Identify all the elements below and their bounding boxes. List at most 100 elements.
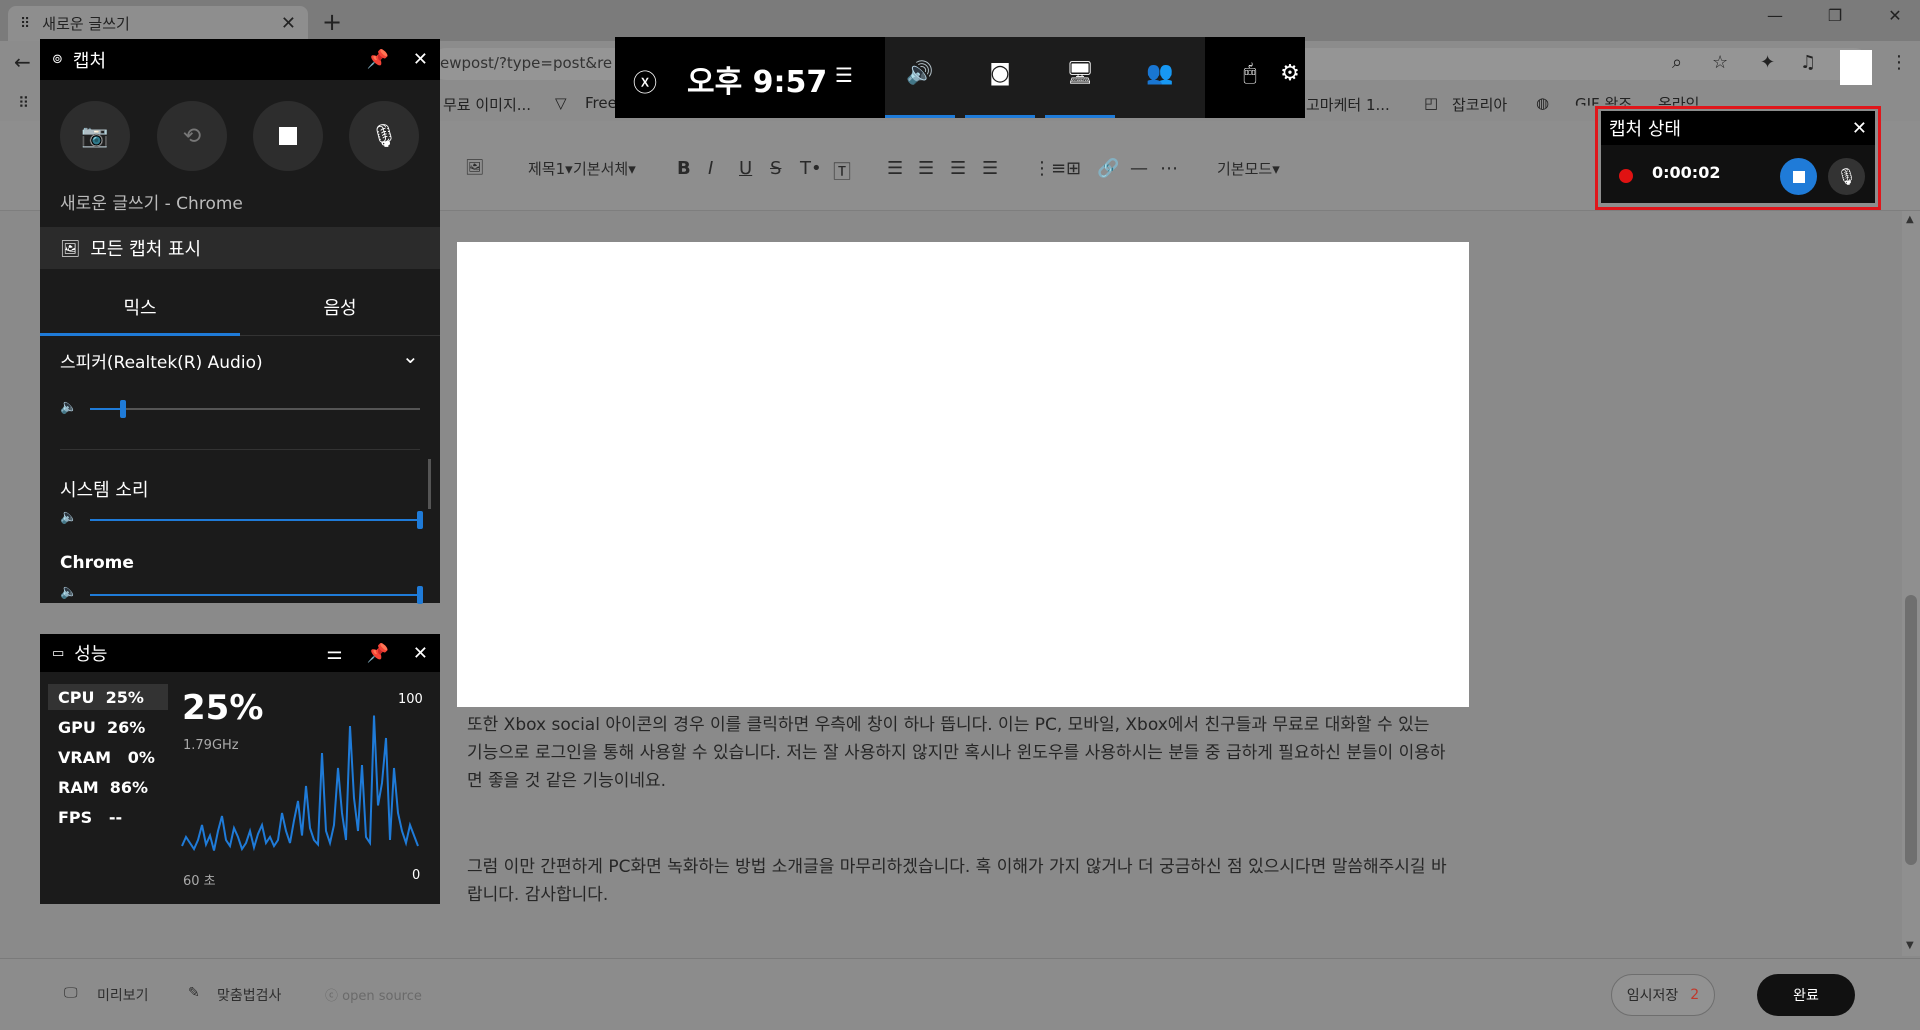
- spellcheck-button[interactable]: 맞춤법검사: [217, 985, 281, 1005]
- stat-vram[interactable]: VRAM 0%: [58, 748, 155, 767]
- xbox-clock: 오후 9:57: [687, 65, 828, 100]
- stop-recording-button[interactable]: [253, 101, 323, 171]
- settings-icon[interactable]: ⚙: [1255, 61, 1325, 86]
- show-all-captures-button[interactable]: 🖼 모든 캡처 표시: [40, 227, 440, 269]
- bookmark-1[interactable]: 무료 이미지...: [443, 94, 531, 115]
- link-icon[interactable]: 🔗: [1097, 158, 1119, 179]
- align-right-icon[interactable]: ☰: [950, 158, 966, 179]
- extensions-icon[interactable]: ✦: [1760, 52, 1775, 73]
- open-source-link[interactable]: ⓒ open source: [325, 985, 422, 1004]
- stat-gpu[interactable]: GPU 26%: [58, 718, 145, 737]
- media-icon[interactable]: ♫: [1800, 52, 1816, 73]
- zoom-icon[interactable]: ⌕: [1672, 52, 1682, 73]
- heading-select[interactable]: 제목1▾: [528, 158, 573, 179]
- bookmark-globe-icon[interactable]: ◍: [1536, 94, 1549, 112]
- widget-menu-icon[interactable]: ☰: [835, 63, 853, 87]
- xbox-social-icon[interactable]: 👥: [1125, 61, 1195, 86]
- chrome-sound-slider[interactable]: [90, 586, 423, 604]
- screenshot-button[interactable]: 📷: [60, 101, 130, 171]
- audio-widget-icon[interactable]: 🔊: [885, 61, 955, 118]
- avatar[interactable]: [1840, 50, 1872, 88]
- chrome-sound-knob[interactable]: [417, 586, 423, 604]
- menu-icon[interactable]: ⋮: [1890, 52, 1908, 73]
- status-close-icon[interactable]: ✕: [1852, 118, 1867, 139]
- pin-icon[interactable]: 📌: [366, 49, 388, 70]
- minimize-icon[interactable]: —: [1755, 6, 1795, 25]
- font-select[interactable]: 기본서체▾: [573, 158, 636, 179]
- mode-select[interactable]: 기본모드▾: [1217, 158, 1280, 179]
- scroll-up-icon[interactable]: ▲: [1906, 214, 1914, 225]
- cpu-graph-line: [181, 715, 419, 852]
- audio-tabs: 믹스 음성: [40, 286, 440, 336]
- star-icon[interactable]: ☆: [1712, 52, 1728, 73]
- status-stop-button[interactable]: [1780, 158, 1817, 195]
- performance-close-icon[interactable]: ✕: [413, 643, 428, 664]
- xbox-logo-icon[interactable]: ⓧ: [633, 63, 657, 98]
- chevron-down-icon[interactable]: ⌄: [402, 344, 419, 368]
- tune-icon[interactable]: ⚌: [326, 643, 342, 664]
- system-sound-label: 시스템 소리: [60, 480, 149, 501]
- done-button[interactable]: 완료: [1757, 974, 1855, 1016]
- capture-header-icon: ⊚: [52, 52, 63, 67]
- justify-icon[interactable]: ☰: [982, 158, 998, 179]
- browser-tab[interactable]: ⠿ 새로운 글쓰기 ✕: [8, 6, 308, 41]
- paragraph-2[interactable]: 그럼 이만 간편하게 PC화면 녹화하는 방법 소개글을 마무리하겠습니다. 혹…: [467, 853, 1447, 909]
- performance-widget-icon[interactable]: 🖥: [1045, 61, 1115, 118]
- bookmark-4[interactable]: 잡코리아: [1452, 94, 1507, 115]
- audio-scrollbar[interactable]: [428, 459, 431, 509]
- strikethrough-icon[interactable]: S: [770, 158, 781, 179]
- tab-voice[interactable]: 음성: [240, 286, 440, 336]
- divider-icon[interactable]: —: [1130, 158, 1148, 179]
- text-bg-icon[interactable]: 🅃: [833, 158, 851, 184]
- mic-off-icon: 🎙: [370, 123, 398, 149]
- restore-icon[interactable]: ❐: [1815, 6, 1855, 25]
- record-last-button[interactable]: ⟲: [157, 101, 227, 171]
- system-sound-slider[interactable]: [90, 511, 423, 529]
- align-center-icon[interactable]: ☰: [918, 158, 934, 179]
- stat-fps[interactable]: FPS --: [58, 808, 122, 827]
- scroll-down-icon[interactable]: ▼: [1906, 940, 1914, 951]
- xbox-game-bar: ⓧ 오후 9:57 ☰ 🔊 ◙ 🖥 👥 🖱 ⚙: [615, 37, 1305, 118]
- capture-close-icon[interactable]: ✕: [413, 49, 428, 70]
- apps-icon[interactable]: ⠿: [18, 94, 29, 112]
- bookmark-jobkorea-icon[interactable]: ◰: [1424, 94, 1438, 112]
- pin-icon[interactable]: 📌: [366, 643, 388, 664]
- preview-button[interactable]: 미리보기: [97, 985, 149, 1005]
- bookmark-3[interactable]: 고마케터 1...: [1306, 94, 1390, 115]
- image-placeholder[interactable]: [457, 242, 1469, 707]
- new-tab-button[interactable]: +: [322, 8, 342, 36]
- paragraph-1[interactable]: 또한 Xbox social 아이콘의 경우 이를 클릭하면 우측에 창이 하나…: [467, 711, 1447, 795]
- bookmark-free-icon[interactable]: ▽: [555, 94, 567, 112]
- preview-icon[interactable]: 🖵: [64, 985, 78, 1001]
- italic-icon[interactable]: I: [708, 158, 713, 179]
- spellcheck-icon[interactable]: ✎: [188, 985, 200, 1001]
- system-sound-knob[interactable]: [417, 511, 423, 529]
- speaker-slider-knob[interactable]: [120, 400, 126, 418]
- temp-save-button[interactable]: 임시저장 2: [1611, 974, 1715, 1016]
- tab-close-icon[interactable]: ✕: [281, 13, 296, 34]
- more-icon[interactable]: ⋯: [1160, 158, 1178, 179]
- table-icon[interactable]: ⊞: [1066, 158, 1081, 179]
- tab-mix[interactable]: 믹스: [40, 286, 240, 336]
- mic-toggle-button[interactable]: 🎙: [349, 101, 419, 171]
- temp-save-label: 임시저장: [1626, 988, 1679, 1004]
- image-icon[interactable]: 🖼: [465, 158, 484, 176]
- recording-timer: 0:00:02: [1652, 163, 1721, 182]
- speaker-slider[interactable]: [90, 400, 420, 418]
- bold-icon[interactable]: B: [677, 158, 691, 179]
- capture-widget-icon[interactable]: ◙: [965, 61, 1035, 118]
- close-window-icon[interactable]: ✕: [1875, 6, 1915, 25]
- stat-ram[interactable]: RAM 86%: [58, 778, 148, 797]
- back-icon[interactable]: ←: [14, 50, 31, 74]
- status-mic-button[interactable]: 🎙: [1828, 158, 1865, 195]
- text-color-icon[interactable]: T•: [800, 158, 822, 179]
- stat-cpu[interactable]: CPU 25%: [58, 688, 144, 707]
- scrollbar-thumb[interactable]: [1905, 595, 1917, 865]
- bookmark-2[interactable]: Free: [585, 94, 617, 112]
- heading-value: 제목1: [528, 160, 566, 178]
- align-left-icon[interactable]: ☰: [887, 158, 903, 179]
- open-source-label: open source: [342, 989, 422, 1004]
- tab-favicon-icon: ⠿: [20, 15, 31, 32]
- underline-icon[interactable]: U: [739, 158, 752, 179]
- list-icon[interactable]: ⋮≡: [1033, 158, 1066, 179]
